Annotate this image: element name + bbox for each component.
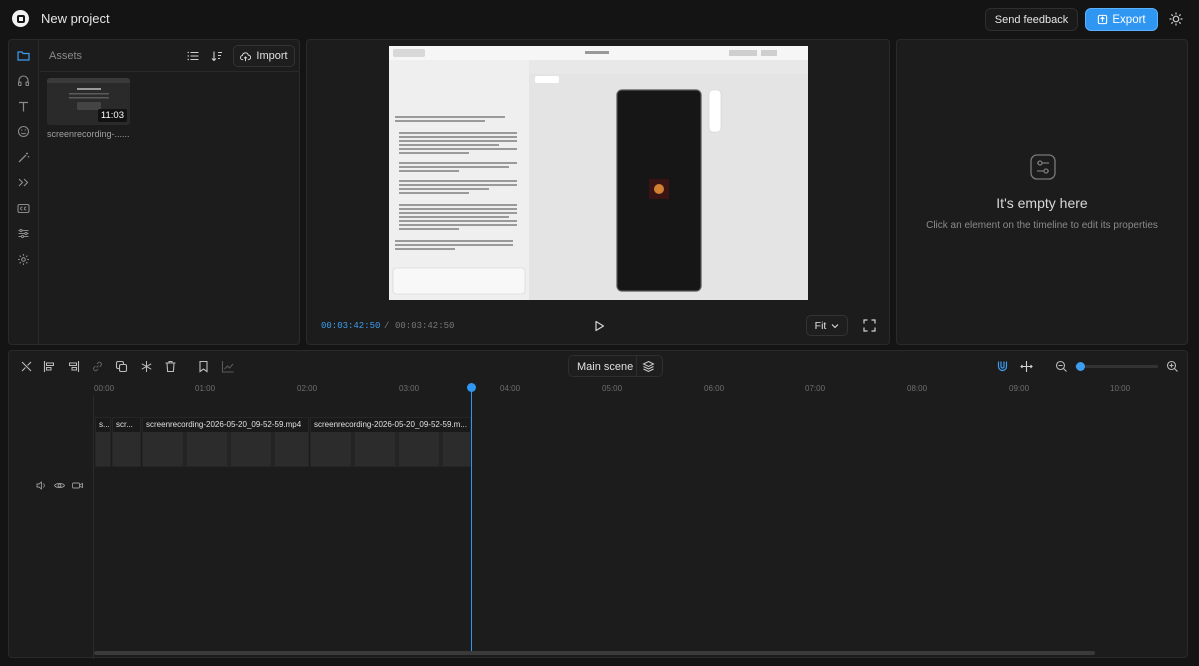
fullscreen-icon[interactable] xyxy=(863,319,876,332)
timeline-clip[interactable]: screenrecording-2026-05-20_09-52-59.m... xyxy=(310,417,471,467)
properties-empty-icon xyxy=(1030,154,1056,180)
video-camera-icon[interactable] xyxy=(72,480,83,491)
ruler-label: 04:00 xyxy=(500,384,521,393)
app-logo[interactable] xyxy=(12,10,29,27)
ruler-label: 09:00 xyxy=(1009,384,1030,393)
zoom-in-icon[interactable] xyxy=(1166,360,1179,373)
scene-divider xyxy=(636,356,637,376)
clip-thumbnails xyxy=(113,432,140,466)
align-left-icon[interactable] xyxy=(43,360,56,373)
layers-icon[interactable] xyxy=(642,360,655,373)
cloud-upload-icon xyxy=(240,51,252,61)
current-time: 00:03:42:50 xyxy=(321,321,381,331)
export-label: Export xyxy=(1112,13,1146,26)
ruler-label: 02:00 xyxy=(297,384,318,393)
ruler-label: 05:00 xyxy=(602,384,623,393)
export-button[interactable]: Export xyxy=(1085,8,1158,31)
timeline-ruler[interactable]: 00:00 01:00 02:00 03:00 04:00 05:00 06:0… xyxy=(94,381,1188,395)
total-time: 00:03:42:50 xyxy=(395,321,455,331)
side-rail xyxy=(9,40,39,344)
top-bar: New project Send feedback Export xyxy=(0,0,1199,38)
theme-toggle-icon[interactable] xyxy=(1169,12,1183,26)
scene-label: Main scene xyxy=(577,361,634,373)
clip-label: scr... xyxy=(116,420,133,429)
playhead-line[interactable] xyxy=(471,389,472,651)
list-view-icon[interactable] xyxy=(187,50,199,62)
timeline-clip[interactable]: s... xyxy=(95,417,111,467)
magic-wand-icon[interactable] xyxy=(17,151,30,164)
horizontal-scrollbar[interactable] xyxy=(94,651,1095,655)
freeze-icon[interactable] xyxy=(140,360,153,373)
split-icon[interactable] xyxy=(20,360,33,373)
link-icon xyxy=(93,361,102,372)
ruler-label: 00:00 xyxy=(94,384,115,393)
export-icon xyxy=(1098,14,1108,25)
ruler-label: 03:00 xyxy=(399,384,420,393)
scene-selector[interactable]: Main scene xyxy=(568,355,663,377)
play-icon[interactable] xyxy=(592,319,606,333)
empty-state-title: It's empty here xyxy=(996,195,1088,211)
settings-gear-icon[interactable] xyxy=(17,253,30,266)
time-separator: / xyxy=(384,321,390,331)
chevron-down-icon xyxy=(831,323,839,328)
zoom-slider-thumb[interactable] xyxy=(1076,362,1085,371)
bookmark-icon[interactable] xyxy=(197,360,210,373)
duplicate-icon[interactable] xyxy=(115,360,128,373)
folder-icon[interactable] xyxy=(17,49,30,62)
fit-timeline-icon[interactable] xyxy=(1020,360,1033,373)
asset-thumbnail[interactable]: 11:03 xyxy=(47,78,130,125)
clip-label: s... xyxy=(99,420,110,429)
volume-icon[interactable] xyxy=(36,480,47,491)
track-header xyxy=(9,395,94,659)
video-preview[interactable] xyxy=(389,46,808,300)
assets-header: Assets Import xyxy=(40,40,299,72)
preview-panel: 00:03:42:50 / 00:03:42:50 Fit xyxy=(306,39,890,345)
text-icon[interactable] xyxy=(17,100,30,113)
ruler-label: 10:00 xyxy=(1110,384,1131,393)
eye-icon[interactable] xyxy=(54,480,65,491)
transitions-icon[interactable] xyxy=(17,176,30,189)
assets-panel: Assets Import 11:03 screenrecording-....… xyxy=(8,39,300,345)
align-right-icon[interactable] xyxy=(67,360,80,373)
import-label: Import xyxy=(256,50,288,62)
timeline-panel: Main scene 00:00 01:00 02:00 03:00 04:00… xyxy=(8,350,1188,659)
asset-name: screenrecording-...... xyxy=(47,129,130,139)
captions-icon[interactable] xyxy=(17,202,30,215)
send-feedback-button[interactable]: Send feedback xyxy=(985,8,1078,31)
timeline-clip[interactable]: scr... xyxy=(112,417,141,467)
import-button[interactable]: Import xyxy=(233,45,295,67)
asset-duration: 11:03 xyxy=(97,109,127,122)
trash-icon[interactable] xyxy=(164,360,177,373)
fit-select[interactable]: Fit xyxy=(806,315,848,336)
ruler-label: 07:00 xyxy=(805,384,826,393)
clip-thumbnails xyxy=(96,432,110,466)
empty-state-subtitle: Click an element on the timeline to edit… xyxy=(926,220,1158,231)
clip-label: screenrecording-2026-05-20_09-52-59.mp4 xyxy=(146,420,302,429)
playhead-handle[interactable] xyxy=(467,383,476,392)
clip-label: screenrecording-2026-05-20_09-52-59.m... xyxy=(314,420,467,429)
ruler-label: 06:00 xyxy=(704,384,725,393)
adjustments-icon[interactable] xyxy=(17,227,30,240)
timeline-clip[interactable]: screenrecording-2026-05-20_09-52-59.mp4 xyxy=(142,417,309,467)
chart-icon xyxy=(221,361,234,373)
clip-thumbnails xyxy=(143,432,308,466)
fit-label: Fit xyxy=(814,319,827,332)
zoom-out-icon[interactable] xyxy=(1055,360,1068,373)
magnet-snap-icon[interactable] xyxy=(996,360,1009,373)
properties-panel: It's empty here Click an element on the … xyxy=(896,39,1188,345)
ruler-label: 01:00 xyxy=(195,384,216,393)
zoom-slider[interactable] xyxy=(1075,365,1158,368)
ruler-label: 08:00 xyxy=(907,384,928,393)
project-title[interactable]: New project xyxy=(41,11,110,26)
headphones-icon[interactable] xyxy=(17,74,30,87)
sort-icon[interactable] xyxy=(211,50,223,62)
emoji-icon[interactable] xyxy=(17,125,30,138)
assets-label: Assets xyxy=(49,50,83,62)
video-frame-image xyxy=(389,46,808,300)
clip-thumbnails xyxy=(311,432,470,466)
